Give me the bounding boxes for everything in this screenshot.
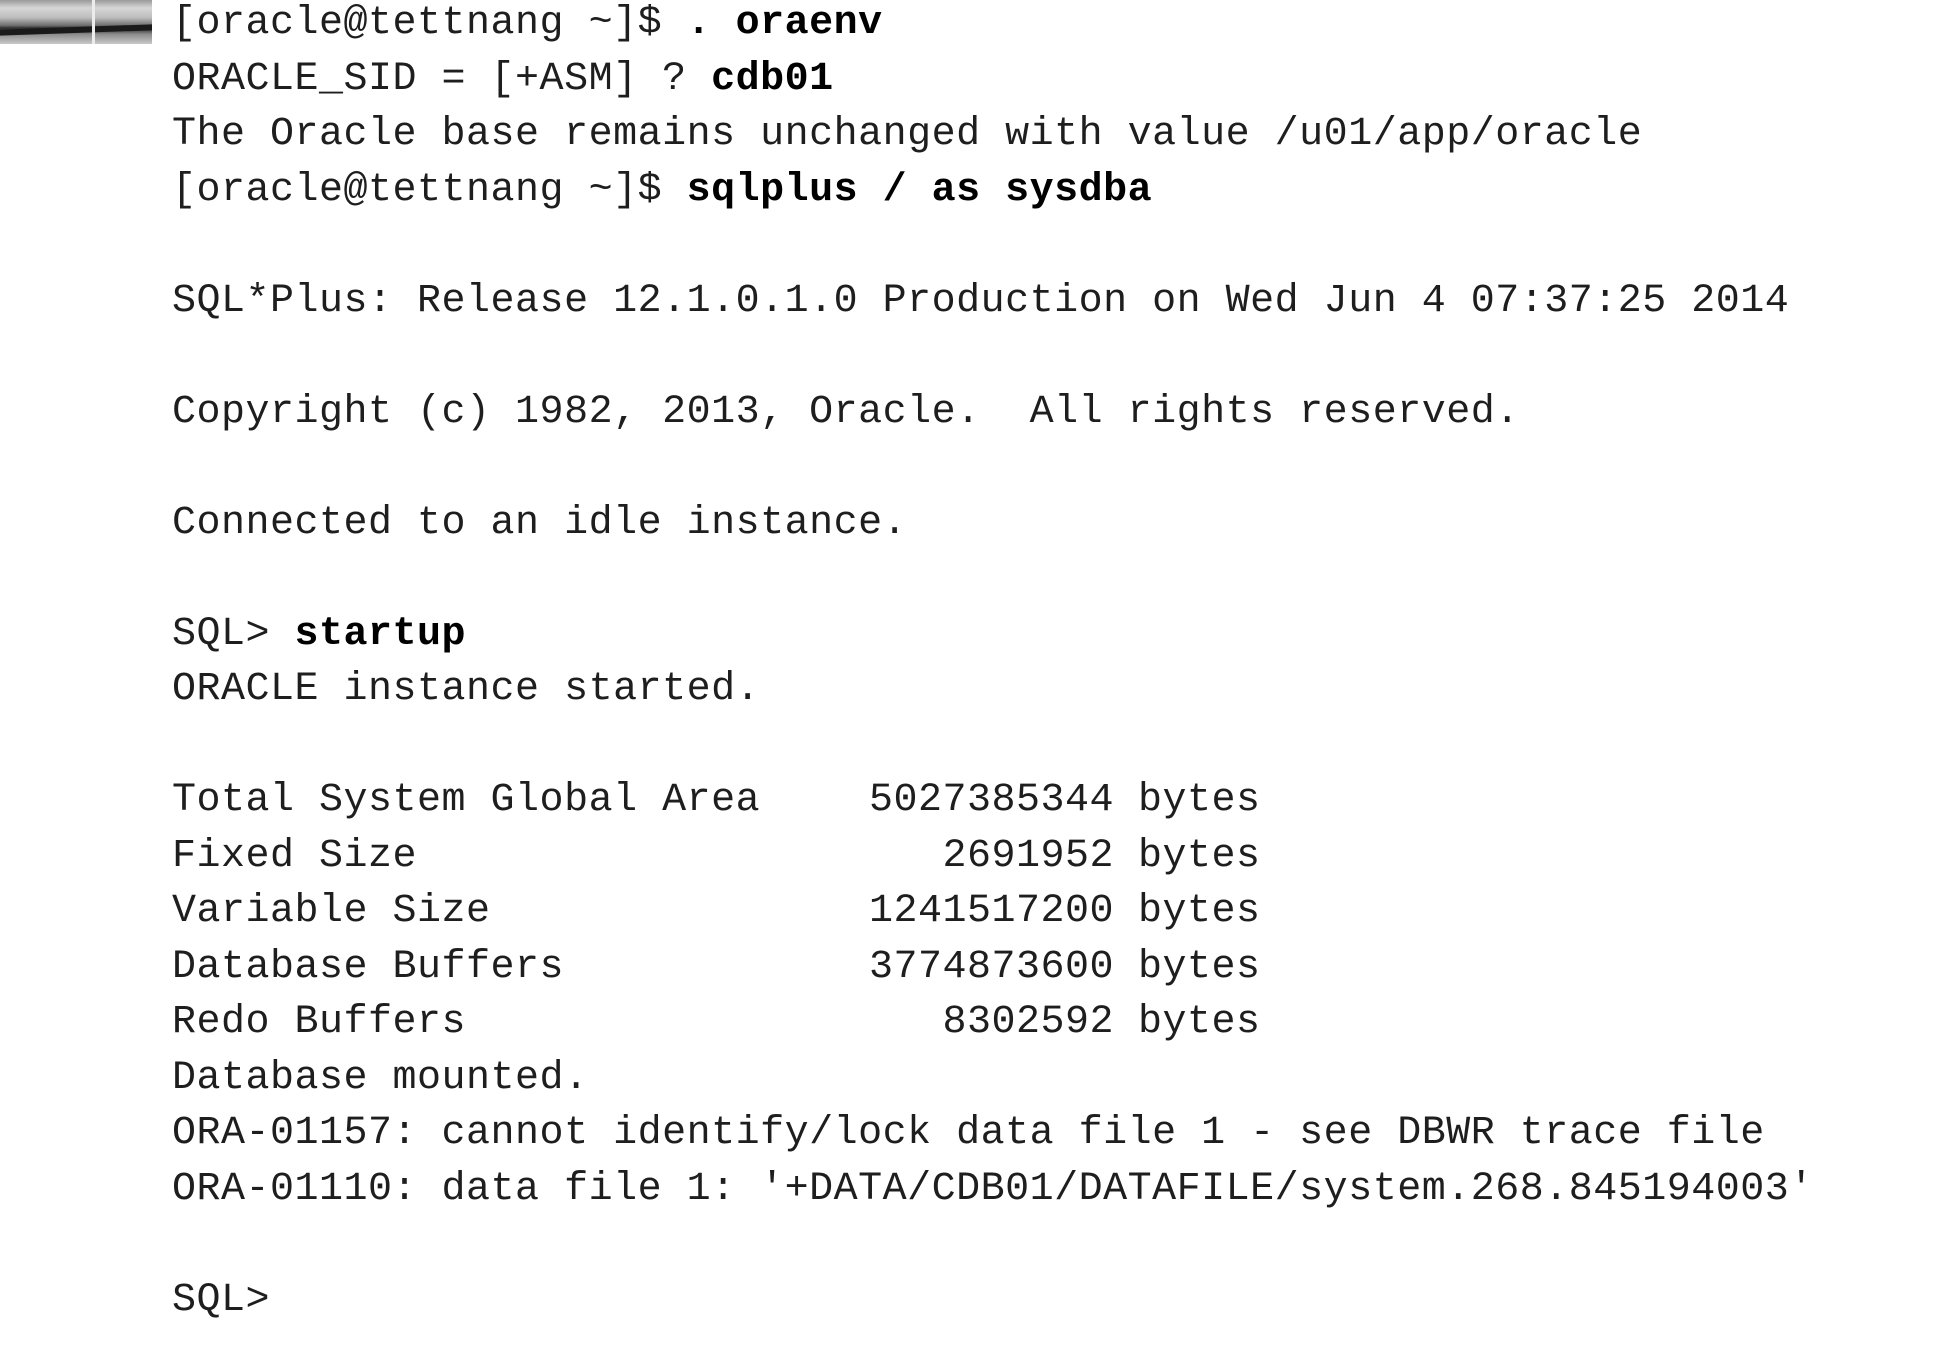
sga-row-value: 3774873600 [868,944,1114,990]
sga-row-name: Database Buffers [172,944,565,990]
oracle-sid-prompt: ORACLE_SID = [+ASM] ? [172,56,687,102]
database-mounted-message: Database mounted. [172,1055,589,1101]
sqlplus-command: sqlplus / as sysdba [686,167,1153,213]
oraenv-command: . oraenv [686,1,883,46]
sga-row-name: Redo Buffers [172,1000,467,1045]
sga-row-unit: bytes [1138,778,1261,823]
sga-row-unit: bytes [1138,833,1261,879]
sga-row-value: 2691952 [942,833,1114,879]
oracle-sid-answer: cdb01 [711,56,834,102]
startup-command: startup [294,611,467,657]
sqlplus-banner: SQL*Plus: Release 12.1.0.1.0 Production … [172,278,1790,324]
terminal-output[interactable]: [oracle@tettnang ~]$ . oraenv ORACLE_SID… [172,0,1932,1328]
sga-row-name: Fixed Size [172,833,418,879]
sga-row-value: 8302592 [942,1000,1114,1045]
sga-row: Variable Size 1241517200 bytes [172,884,1932,940]
instance-started-message: ORACLE instance started. [172,667,761,712]
sga-row: Redo Buffers 8302592 bytes [172,995,1932,1051]
shell-prompt: [oracle@tettnang ~]$ [172,167,663,213]
sga-row: Database Buffers 3774873600 bytes [172,940,1932,996]
oracle-sid-line: ORACLE_SID = [+ASM] ? cdb01 [172,52,1932,108]
shell-oraenv-line: [oracle@tettnang ~]$ . oraenv [172,0,1932,52]
sql-prompt: SQL> [172,611,271,657]
sga-row-unit: bytes [1138,889,1261,934]
sga-row: Fixed Size 2691952 bytes [172,829,1932,885]
shell-prompt: [oracle@tettnang ~]$ [172,1,663,46]
connected-message: Connected to an idle instance. [172,500,908,546]
sga-row-value: 5027385344 [868,778,1114,823]
copyright-notice: Copyright (c) 1982, 2013, Oracle. All ri… [172,389,1520,435]
sga-row-unit: bytes [1138,944,1261,990]
final-sql-prompt[interactable]: SQL> [172,1273,1932,1329]
window-thumbnail-image [0,0,152,44]
sga-row-unit: bytes [1138,1000,1261,1045]
sga-row-value: 1241517200 [868,889,1114,934]
ora-error-01157: ORA-01157: cannot identify/lock data fil… [172,1111,1765,1156]
shell-sqlplus-line: [oracle@tettnang ~]$ sqlplus / as sysdba [172,163,1932,219]
sql-startup-line: SQL> startup [172,607,1932,663]
ora-error-01110: ORA-01110: data file 1: '+DATA/CDB01/DAT… [172,1166,1814,1212]
sga-row-name: Variable Size [172,889,491,934]
sga-row: Total System Global Area 5027385344 bytes [172,773,1932,829]
sga-row-name: Total System Global Area [172,778,761,823]
oracle-base-message: The Oracle base remains unchanged with v… [172,112,1643,157]
